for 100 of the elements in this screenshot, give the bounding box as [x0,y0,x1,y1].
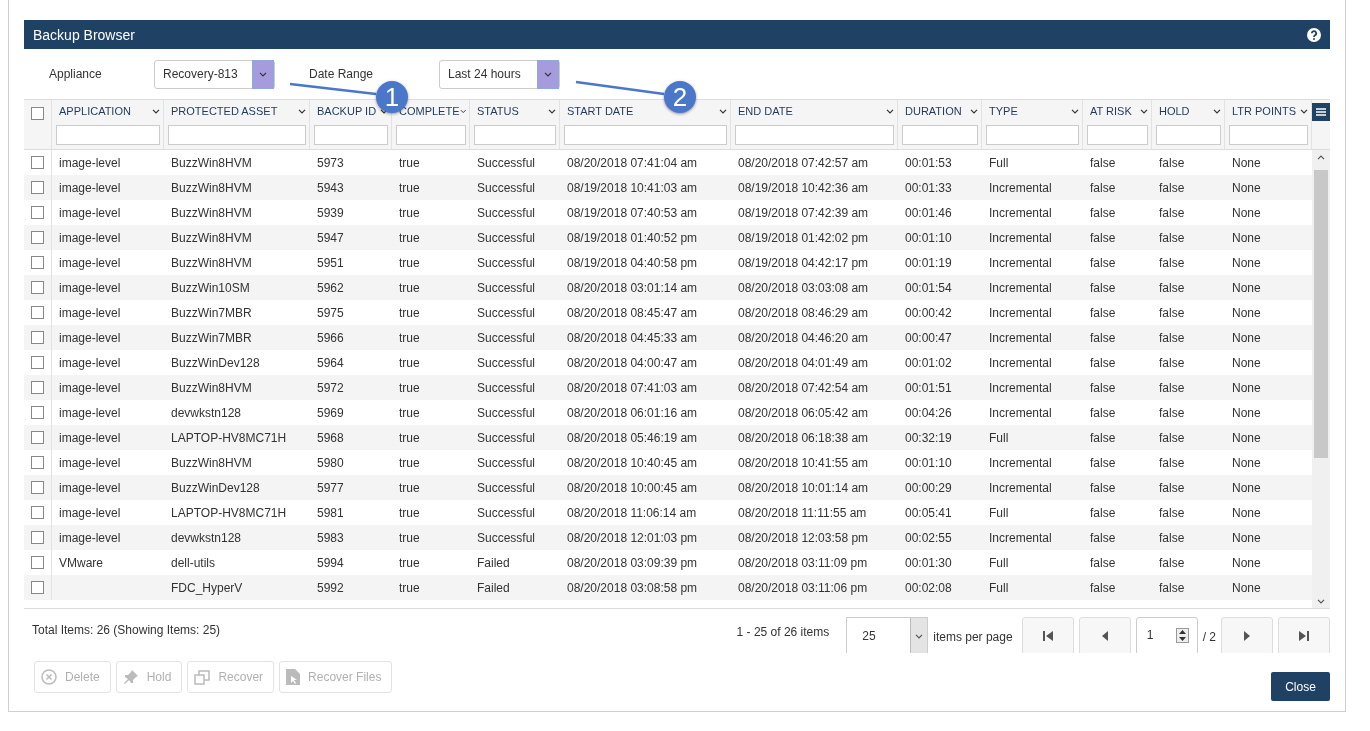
table-cell-text: Incremental [988,480,1053,495]
column-header[interactable]: STATUS [477,105,519,117]
column-header[interactable]: START DATE [567,105,634,117]
row-checkbox[interactable] [31,281,44,294]
scrollbar[interactable] [1312,150,1330,608]
filter-field[interactable] [168,125,306,145]
table-cell-text: 08/20/2018 10:40:45 am [566,455,699,470]
table-cell-text: 08/20/2018 10:00:45 am [566,480,699,495]
row-checkbox[interactable] [31,581,44,594]
table-cell-text: Incremental [988,405,1053,420]
table-cell-text: 00:01:46 [904,205,953,220]
table-cell-text: 5968 [316,430,345,445]
callout-badge: 2 [664,81,696,113]
filter-field[interactable] [902,125,978,145]
row-checkbox[interactable] [31,156,44,169]
table-cell-text: image-level [58,280,122,295]
row-checkbox[interactable] [31,231,44,244]
filter-field[interactable] [1156,125,1221,145]
table-cell-text: 00:00:47 [904,330,953,345]
column-header[interactable]: PROTECTED ASSET [171,105,278,117]
filter-field[interactable] [564,125,727,145]
row-checkbox[interactable] [31,381,44,394]
table-cell-text: false [1158,180,1186,195]
last-page-icon[interactable] [1278,617,1330,653]
row-checkbox[interactable] [31,256,44,269]
table-cell-text: Successful [476,430,537,445]
column-header[interactable]: DURATION [905,105,962,117]
table-cell-text: image-level [58,430,122,445]
table-cell-text: None [1231,180,1262,195]
table-cell-text: 08/20/2018 08:46:29 am [737,305,870,320]
table-cell-text: false [1158,280,1186,295]
table-cell-text: BuzzWin8HVM [170,455,253,470]
table-cell-text: true [398,230,421,245]
filter-field[interactable] [56,125,160,145]
table-cell-text: 08/20/2018 11:11:55 am [737,505,868,520]
row-checkbox[interactable] [31,356,44,369]
table-cell-text: false [1158,330,1186,345]
row-checkbox[interactable] [31,531,44,544]
filter-field[interactable] [1087,125,1148,145]
filter-field[interactable] [986,125,1079,145]
table-cell-text: 5973 [316,155,345,170]
column-header[interactable]: TYPE [989,105,1018,117]
row-checkbox[interactable] [31,406,44,419]
table-cell-text: 00:01:54 [904,280,953,295]
table-cell-text: false [1089,430,1117,445]
spinner-icon[interactable] [1175,628,1189,643]
filter-field[interactable] [314,125,388,145]
filter-field[interactable] [474,125,556,145]
table-cell-text: false [1089,505,1117,520]
file-icon [286,669,301,685]
pager-range-text: 1 - 25 of 26 items [736,624,830,639]
table-cell-text: Incremental [988,255,1053,270]
column-header[interactable]: LTR POINTS [1232,105,1296,117]
row-checkbox[interactable] [31,506,44,519]
row-checkbox[interactable] [31,331,44,344]
table-cell-text: None [1231,505,1262,520]
table-cell-text: 00:01:10 [904,230,953,245]
table-cell-text: true [398,455,421,470]
row-checkbox[interactable] [31,481,44,494]
page-number-field[interactable]: 1 [1135,617,1198,653]
table-cell-text: image-level [58,355,122,370]
menu-icon[interactable] [1312,103,1330,121]
column-header[interactable]: BACKUP ID [317,105,377,117]
row-checkbox[interactable] [31,456,44,469]
first-page-icon[interactable] [1021,617,1074,653]
table-cell-text: 08/20/2018 03:03:08 am [737,280,870,295]
dropdown-toggle[interactable] [537,59,559,89]
filter-field[interactable] [396,125,466,145]
table-cell-text: Full [988,155,1010,170]
table-cell-text: 08/19/2018 10:42:36 am [737,180,870,195]
row-checkbox[interactable] [31,306,44,319]
row-checkbox[interactable] [31,431,44,444]
table-cell-text: true [398,555,421,570]
chevron-down-icon [1140,108,1148,114]
dropdown-toggle[interactable] [252,59,274,89]
table-cell-text: 08/19/2018 07:42:39 am [737,205,870,220]
table-cell-text: 5969 [316,405,345,420]
column-header[interactable]: END DATE [738,105,793,117]
table-cell-text: false [1089,480,1117,495]
row-checkbox[interactable] [31,181,44,194]
column-header[interactable]: APPLICATION [59,105,131,117]
column-header[interactable]: HOLD [1159,105,1190,117]
table-cell-text: None [1231,155,1262,170]
filter-field[interactable] [735,125,894,145]
page-size-dropdown[interactable]: 25 [846,617,929,653]
row-checkbox[interactable] [31,556,44,569]
close-button[interactable]: Close [1271,672,1330,701]
window-title: Backup Browser [33,26,135,43]
filter-field[interactable] [1229,125,1308,145]
table-cell-text: 08/19/2018 01:42:02 pm [737,230,870,245]
dropdown[interactable]: Last 24 hours [439,59,560,89]
column-header[interactable]: COMPLETE [399,105,460,117]
table-cell-text: image-level [58,180,122,195]
dropdown[interactable]: Recovery-813 [154,59,275,89]
column-header[interactable]: AT RISK [1090,105,1132,117]
table-cell-text: 08/20/2018 10:01:14 am [737,480,870,495]
table-cell-text: false [1089,230,1117,245]
help-icon[interactable] [1307,27,1321,42]
select-all-checkbox[interactable] [31,107,44,120]
row-checkbox[interactable] [31,206,44,219]
